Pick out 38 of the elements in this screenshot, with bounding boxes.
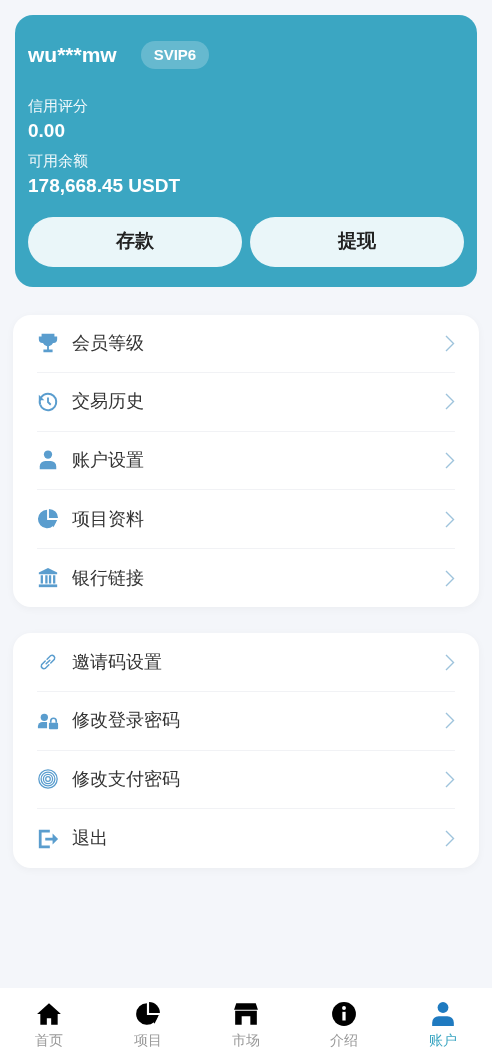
home-icon xyxy=(36,1001,63,1027)
menu-item[interactable]: 退出 xyxy=(72,825,445,853)
chevron-icon xyxy=(445,569,455,587)
chevron-icon xyxy=(445,830,455,848)
chevron-icon xyxy=(445,712,455,730)
menu-item[interactable]: 修改登录密码 xyxy=(72,707,445,735)
menu-item[interactable]: 交易历史 xyxy=(72,388,445,416)
chevron-icon xyxy=(445,452,455,469)
menu-item[interactable]: 账户设置 xyxy=(72,447,445,474)
pie-chart-icon xyxy=(134,1001,161,1027)
deposit-button[interactable]: 存款 xyxy=(28,216,242,267)
menu-item[interactable]: 会员等级 xyxy=(72,329,445,357)
username: wu***mw xyxy=(28,42,117,68)
bank-icon xyxy=(37,567,59,590)
withdraw-button[interactable]: 提现 xyxy=(250,216,464,267)
info-icon xyxy=(331,1001,358,1027)
credit-label: 信用评分 xyxy=(28,95,89,116)
user-icon xyxy=(37,449,59,472)
chevron-icon xyxy=(445,393,455,411)
vip-badge: SVIP6 xyxy=(140,40,210,69)
chevron-icon xyxy=(445,770,455,788)
pie-chart-icon xyxy=(37,508,59,531)
balance-value: 178,668.45 USDT xyxy=(28,174,182,198)
menu-item[interactable]: 银行链接 xyxy=(72,564,445,592)
logout-icon xyxy=(37,827,59,850)
chevron-icon xyxy=(445,653,455,671)
credit-value: 0.00 xyxy=(28,119,66,143)
balance-label: 可用余额 xyxy=(28,150,89,171)
chevron-icon xyxy=(445,510,455,528)
menu-item[interactable]: 项目资料 xyxy=(72,505,445,533)
trophy-icon xyxy=(37,332,59,355)
history-icon xyxy=(37,390,59,413)
menu-item[interactable]: 修改支付密码 xyxy=(72,765,445,793)
store-icon xyxy=(233,1001,259,1027)
menu-item[interactable]: 邀请码设置 xyxy=(72,648,445,676)
user-icon xyxy=(429,1001,456,1027)
fingerprint-icon xyxy=(37,768,59,791)
chevron-icon xyxy=(445,334,455,352)
